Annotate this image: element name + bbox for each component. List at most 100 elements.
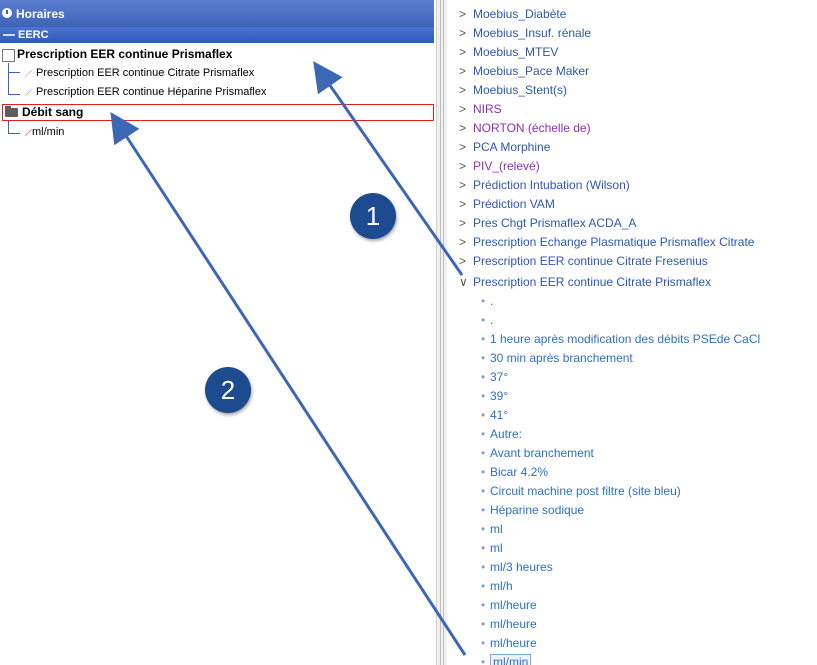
tree-leaf-label: ml/heure <box>490 636 537 650</box>
chevron-down-icon: ∨ <box>459 275 468 289</box>
bullet-icon: • <box>481 579 486 593</box>
bullet-icon: • <box>481 598 486 612</box>
tree-leaf-label: ml/h <box>490 579 513 593</box>
clock-icon <box>2 8 12 18</box>
tree-item[interactable]: > Prédiction VAM <box>459 197 555 211</box>
group-title: Prescription EER continue Prismaflex <box>17 47 233 61</box>
bullet-icon: • <box>481 351 486 365</box>
debit-sang-row[interactable]: Débit sang <box>2 104 434 121</box>
bullet-icon: • <box>481 370 486 384</box>
tree-leaf[interactable]: • 30 min après branchement <box>481 351 633 365</box>
tree-leaf-label: . <box>490 313 494 327</box>
tree-leaf-label: ml <box>490 522 503 536</box>
tree-leaf-label: ml/3 heures <box>490 560 553 574</box>
tree-leaf[interactable]: • ml <box>481 522 503 536</box>
tree-leaf[interactable]: • 41° <box>481 408 508 422</box>
tree-item-label: PIV_(relevé) <box>473 159 540 173</box>
tree-leaf[interactable]: •. <box>481 313 493 327</box>
splitter-grip <box>443 0 444 665</box>
bullet-icon: • <box>481 313 486 327</box>
tree-leaf-label: 37° <box>490 370 509 384</box>
tree-leaf[interactable]: • Bicar 4.2% <box>481 465 548 479</box>
tree-leaf[interactable]: • Héparine sodique <box>481 503 584 517</box>
tree-leaf-label: ml/min <box>490 654 532 665</box>
tree-leaf[interactable]: • Circuit machine post filtre (site bleu) <box>481 484 681 498</box>
tree-item[interactable]: > NORTON (échelle de) <box>459 121 591 135</box>
collapse-dash-icon <box>3 34 15 36</box>
tree-leaf-label: Autre: <box>490 427 523 441</box>
tree-item-label: Prescription Echange Plasmatique Prismaf… <box>473 235 755 249</box>
tree-item[interactable]: > Prescription EER continue Citrate Frese… <box>459 254 708 268</box>
tree-item-label: Moebius_Stent(s) <box>473 83 568 97</box>
tree-item[interactable]: > Moebius_Insuf. rénale <box>459 26 591 40</box>
bullet-icon: • <box>481 427 486 441</box>
folder-icon <box>5 106 18 117</box>
tree-leaf[interactable]: • ml/heure <box>481 617 537 631</box>
tree-item[interactable]: > Prédiction Intubation (Wilson) <box>459 178 630 192</box>
tree-item-label: Prédiction VAM <box>473 197 555 211</box>
tree-leaf-label: ml/heure <box>490 617 537 631</box>
tree-leaf-label: . <box>490 294 494 308</box>
tree-leaf[interactable]: • ml/heure <box>481 636 537 650</box>
bullet-icon: • <box>481 655 486 665</box>
tree-item-label: Prédiction Intubation (Wilson) <box>473 178 630 192</box>
tree-item[interactable]: > PCA Morphine <box>459 140 550 154</box>
tree-leaf[interactable]: • ml/h <box>481 579 513 593</box>
checkbox-icon[interactable] <box>2 49 15 62</box>
chevron-right-icon: > <box>459 83 467 97</box>
tree-item-label: Prescription EER continue Citrate Fresen… <box>473 254 708 268</box>
tree-leaf-label: Circuit machine post filtre (site bleu) <box>490 484 681 498</box>
horaires-header[interactable]: Horaires <box>0 0 434 27</box>
tree-item[interactable]: > Moebius_MTEV <box>459 45 558 59</box>
bullet-icon: • <box>481 446 486 460</box>
tree-item-label: Moebius_MTEV <box>473 45 559 59</box>
tree-leaf-label: ml/heure <box>490 598 537 612</box>
bullet-icon: • <box>481 484 486 498</box>
tree-item[interactable]: > Moebius_Pace Maker <box>459 64 589 78</box>
bullet-icon: • <box>481 617 486 631</box>
group-item-heparine[interactable]: Prescription EER continue Héparine Prism… <box>22 84 422 101</box>
pencil-icon <box>24 88 33 97</box>
tree-leaf-label: Héparine sodique <box>490 503 585 517</box>
tree-line <box>8 133 20 134</box>
chevron-right-icon: > <box>459 140 467 154</box>
eerc-header[interactable]: EERC <box>0 27 434 43</box>
group-item-label: Prescription EER continue Citrate Prisma… <box>36 67 255 79</box>
eerc-title: EERC <box>18 29 49 41</box>
tree-leaf-label: Bicar 4.2% <box>490 465 549 479</box>
chevron-right-icon: > <box>459 235 467 249</box>
bullet-icon: • <box>481 465 486 479</box>
tree-leaf-label: 41° <box>490 408 509 422</box>
bullet-icon: • <box>481 522 486 536</box>
annotation-marker-2: 2 <box>205 367 251 413</box>
tree-leaf[interactable]: • Autre: <box>481 427 522 441</box>
tree-item[interactable]: > NIRS <box>459 102 502 116</box>
tree-leaf[interactable]: • 1 heure après modification des débits P… <box>481 332 760 346</box>
tree-leaf[interactable]: • ml <box>481 541 503 555</box>
tree-leaf[interactable]: • ml/min <box>481 654 532 665</box>
tree-leaf[interactable]: • Avant branchement <box>481 446 594 460</box>
group-row-prescription[interactable]: Prescription EER continue Prismaflex <box>0 46 430 63</box>
bullet-icon: • <box>481 332 486 346</box>
horaires-title: Horaires <box>16 7 65 21</box>
tree-item[interactable]: > Moebius_Stent(s) <box>459 83 567 97</box>
tree-leaf-label: 1 heure après modification des débits PS… <box>490 332 761 346</box>
tree-leaf[interactable]: • ml/heure <box>481 598 537 612</box>
tree-item[interactable]: > Prescription Echange Plasmatique Prisma… <box>459 235 754 249</box>
chevron-right-icon: > <box>459 102 467 116</box>
tree-leaf[interactable]: • 39° <box>481 389 508 403</box>
tree-leaf[interactable]: • ml/3 heures <box>481 560 553 574</box>
chevron-right-icon: > <box>459 64 467 78</box>
tree-item[interactable]: > Pres Chgt Prismaflex ACDA_A <box>459 216 636 230</box>
tree-leaf[interactable]: • 37° <box>481 370 508 384</box>
group-item-label: Prescription EER continue Héparine Prism… <box>36 86 267 98</box>
group-item-citrate[interactable]: Prescription EER continue Citrate Prisma… <box>22 65 422 82</box>
tree-item[interactable]: > PIV_(relevé) <box>459 159 540 173</box>
tree-leaf[interactable]: •. <box>481 294 493 308</box>
tree-item-expanded[interactable]: ∨ Prescription EER continue Citrate Prism… <box>459 275 711 289</box>
chevron-right-icon: > <box>459 7 467 21</box>
bullet-icon: • <box>481 636 486 650</box>
debit-item-mlmin[interactable]: ml/min <box>22 124 222 141</box>
tree-item[interactable]: > Moebius_Diabète <box>459 7 566 21</box>
bullet-icon: • <box>481 560 486 574</box>
